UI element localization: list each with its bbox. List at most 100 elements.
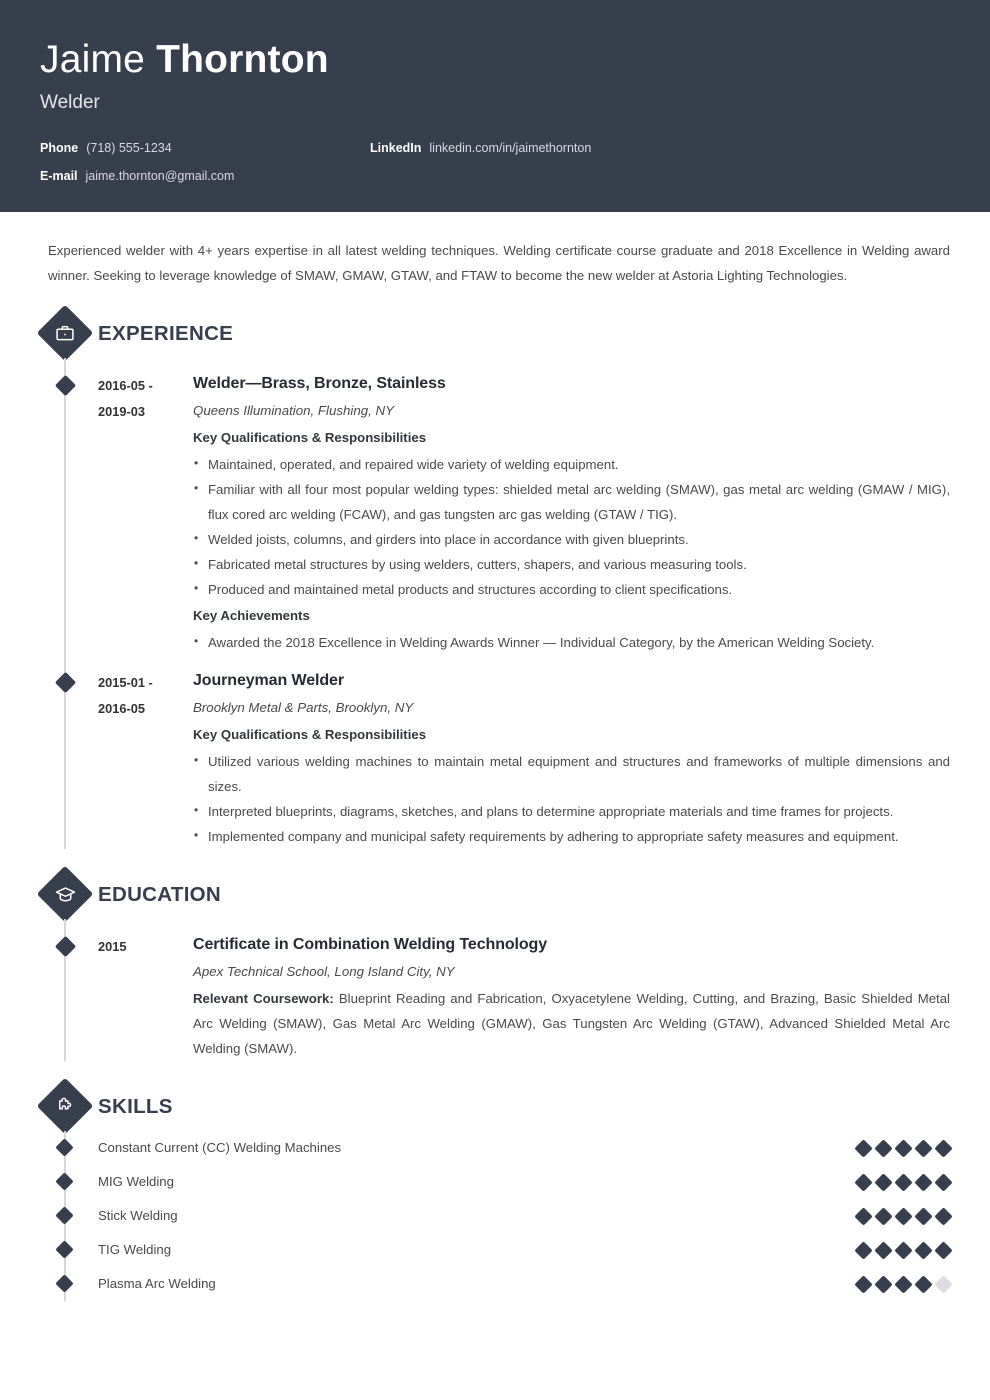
section-header-experience: EXPERIENCE: [0, 304, 990, 362]
rating-diamond-filled: [914, 1274, 933, 1294]
graduation-cap-icon: [36, 865, 94, 923]
rating-diamond-filled: [854, 1240, 873, 1260]
skill-name: Constant Current (CC) Welding Machines: [98, 1140, 342, 1155]
experience-date-from: 2016-05 -: [98, 378, 153, 393]
timeline-diamond-icon: [54, 374, 77, 397]
skill-item: MIG Welding: [0, 1165, 990, 1199]
rating-diamond-filled: [874, 1240, 893, 1260]
last-name: Thornton: [156, 38, 329, 81]
contact-details: Phone (718) 555-1234 LinkedIn linkedin.c…: [40, 141, 950, 183]
experience-date-to: 2019-03: [98, 404, 145, 419]
skill-rating: [854, 1206, 990, 1226]
skill-rating: [854, 1138, 990, 1158]
contact-phone-label: Phone: [40, 141, 79, 155]
rating-diamond-filled: [914, 1172, 933, 1192]
skill-name: MIG Welding: [98, 1174, 174, 1189]
achievements-heading: Key Achievements: [193, 608, 310, 623]
timeline-diamond-icon: [55, 1138, 74, 1157]
timeline-diamond-icon: [54, 935, 77, 958]
list-item: Produced and maintained metal products a…: [193, 576, 950, 602]
rating-diamond-filled: [894, 1138, 913, 1158]
section-header-skills: SKILLS: [0, 1077, 990, 1135]
list-item: Familiar with all four most popular weld…: [193, 476, 950, 527]
contact-phone-value[interactable]: (718) 555-1234: [86, 141, 171, 155]
timeline-diamond-icon: [55, 1240, 74, 1259]
education-coursework-label: Relevant Coursework:: [193, 991, 334, 1006]
contact-row-2: E-mail jaime.thornton@gmail.com: [40, 169, 950, 183]
page-title: Jaime Thornton: [40, 36, 950, 83]
experience-role: Welder—Brass, Bronze, Stainless: [193, 375, 446, 392]
timeline-diamond-icon: [55, 1206, 74, 1225]
experience-role: Journeyman Welder: [193, 672, 344, 689]
skill-item: Stick Welding: [0, 1199, 990, 1233]
qualifications-list: Maintained, operated, and repaired wide …: [193, 451, 950, 602]
skill-item: Constant Current (CC) Welding Machines: [0, 1131, 990, 1165]
rating-diamond-filled: [914, 1240, 933, 1260]
rating-diamond-filled: [894, 1172, 913, 1192]
rating-diamond-filled: [854, 1206, 873, 1226]
puzzle-piece-icon: [36, 1077, 94, 1135]
rating-diamond-empty: [934, 1274, 953, 1294]
rating-diamond-filled: [894, 1240, 913, 1260]
briefcase-icon: [36, 304, 94, 362]
section-skills: SKILLS Constant Current (CC) Welding Mac…: [0, 1077, 990, 1301]
skill-name: Stick Welding: [98, 1208, 178, 1223]
rating-diamond-filled: [934, 1206, 953, 1226]
experience-date: 2015-01 - 2016-05: [98, 669, 193, 849]
rating-diamond-filled: [914, 1206, 933, 1226]
education-date: 2015: [98, 939, 127, 954]
timeline-diamond-icon: [54, 671, 77, 694]
timeline-diamond-icon: [55, 1274, 74, 1293]
list-item: Awarded the 2018 Excellence in Welding A…: [193, 629, 950, 655]
skill-item: Plasma Arc Welding: [0, 1267, 990, 1301]
skills-timeline: Constant Current (CC) Welding Machines M…: [0, 1131, 990, 1301]
skill-name: TIG Welding: [98, 1242, 172, 1257]
section-title-experience: EXPERIENCE: [98, 322, 234, 345]
rating-diamond-filled: [874, 1172, 893, 1192]
contact-email: E-mail jaime.thornton@gmail.com: [40, 169, 370, 183]
education-body: Certificate in Combination Welding Techn…: [193, 933, 950, 1061]
rating-diamond-filled: [914, 1138, 933, 1158]
section-experience: EXPERIENCE 2016-05 - 2019-03 Welder—Bras…: [0, 304, 990, 849]
resume-header: Jaime Thornton Welder Phone (718) 555-12…: [0, 0, 990, 212]
contact-email-value[interactable]: jaime.thornton@gmail.com: [86, 169, 235, 183]
rating-diamond-filled: [894, 1274, 913, 1294]
list-item: Interpreted blueprints, diagrams, sketch…: [193, 798, 950, 824]
timeline-diamond-icon: [55, 1172, 74, 1191]
skill-rating: [854, 1172, 990, 1192]
experience-date: 2016-05 - 2019-03: [98, 372, 193, 655]
rating-diamond-filled: [854, 1138, 873, 1158]
rating-diamond-filled: [854, 1172, 873, 1192]
experience-date-from: 2015-01 -: [98, 675, 153, 690]
contact-linkedin: LinkedIn linkedin.com/in/jaimethornton: [370, 141, 591, 155]
list-item: Utilized various welding machines to mai…: [193, 748, 950, 799]
qualifications-list: Utilized various welding machines to mai…: [193, 748, 950, 849]
section-title-education: EDUCATION: [98, 883, 222, 906]
section-header-education: EDUCATION: [0, 865, 990, 923]
contact-email-label: E-mail: [40, 169, 78, 183]
skill-item: TIG Welding: [0, 1233, 990, 1267]
contact-row-1: Phone (718) 555-1234 LinkedIn linkedin.c…: [40, 141, 950, 155]
section-title-skills: SKILLS: [98, 1095, 173, 1118]
list-item: Implemented company and municipal safety…: [193, 823, 950, 849]
section-education: EDUCATION 2015 Certificate in Combinatio…: [0, 865, 990, 1061]
education-school: Apex Technical School, Long Island City,…: [193, 964, 455, 979]
experience-body: Journeyman Welder Brooklyn Metal & Parts…: [193, 669, 950, 849]
rating-diamond-filled: [934, 1138, 953, 1158]
rating-diamond-filled: [934, 1240, 953, 1260]
qualifications-heading: Key Qualifications & Responsibilities: [193, 430, 427, 445]
experience-date-to: 2016-05: [98, 701, 145, 716]
experience-body: Welder—Brass, Bronze, Stainless Queens I…: [193, 372, 950, 655]
rating-diamond-filled: [874, 1206, 893, 1226]
experience-entry: 2016-05 - 2019-03 Welder—Brass, Bronze, …: [0, 358, 990, 655]
contact-linkedin-value[interactable]: linkedin.com/in/jaimethornton: [429, 141, 591, 155]
contact-phone: Phone (718) 555-1234: [40, 141, 370, 155]
rating-diamond-filled: [934, 1172, 953, 1192]
experience-organization: Queens Illumination, Flushing, NY: [193, 403, 395, 418]
education-coursework: Relevant Coursework: Blueprint Reading a…: [193, 986, 950, 1061]
achievements-list: Awarded the 2018 Excellence in Welding A…: [193, 629, 950, 655]
first-name: Jaime: [40, 38, 146, 81]
education-degree: Certificate in Combination Welding Techn…: [193, 936, 548, 953]
skill-rating: [854, 1240, 990, 1260]
experience-organization: Brooklyn Metal & Parts, Brooklyn, NY: [193, 700, 414, 715]
